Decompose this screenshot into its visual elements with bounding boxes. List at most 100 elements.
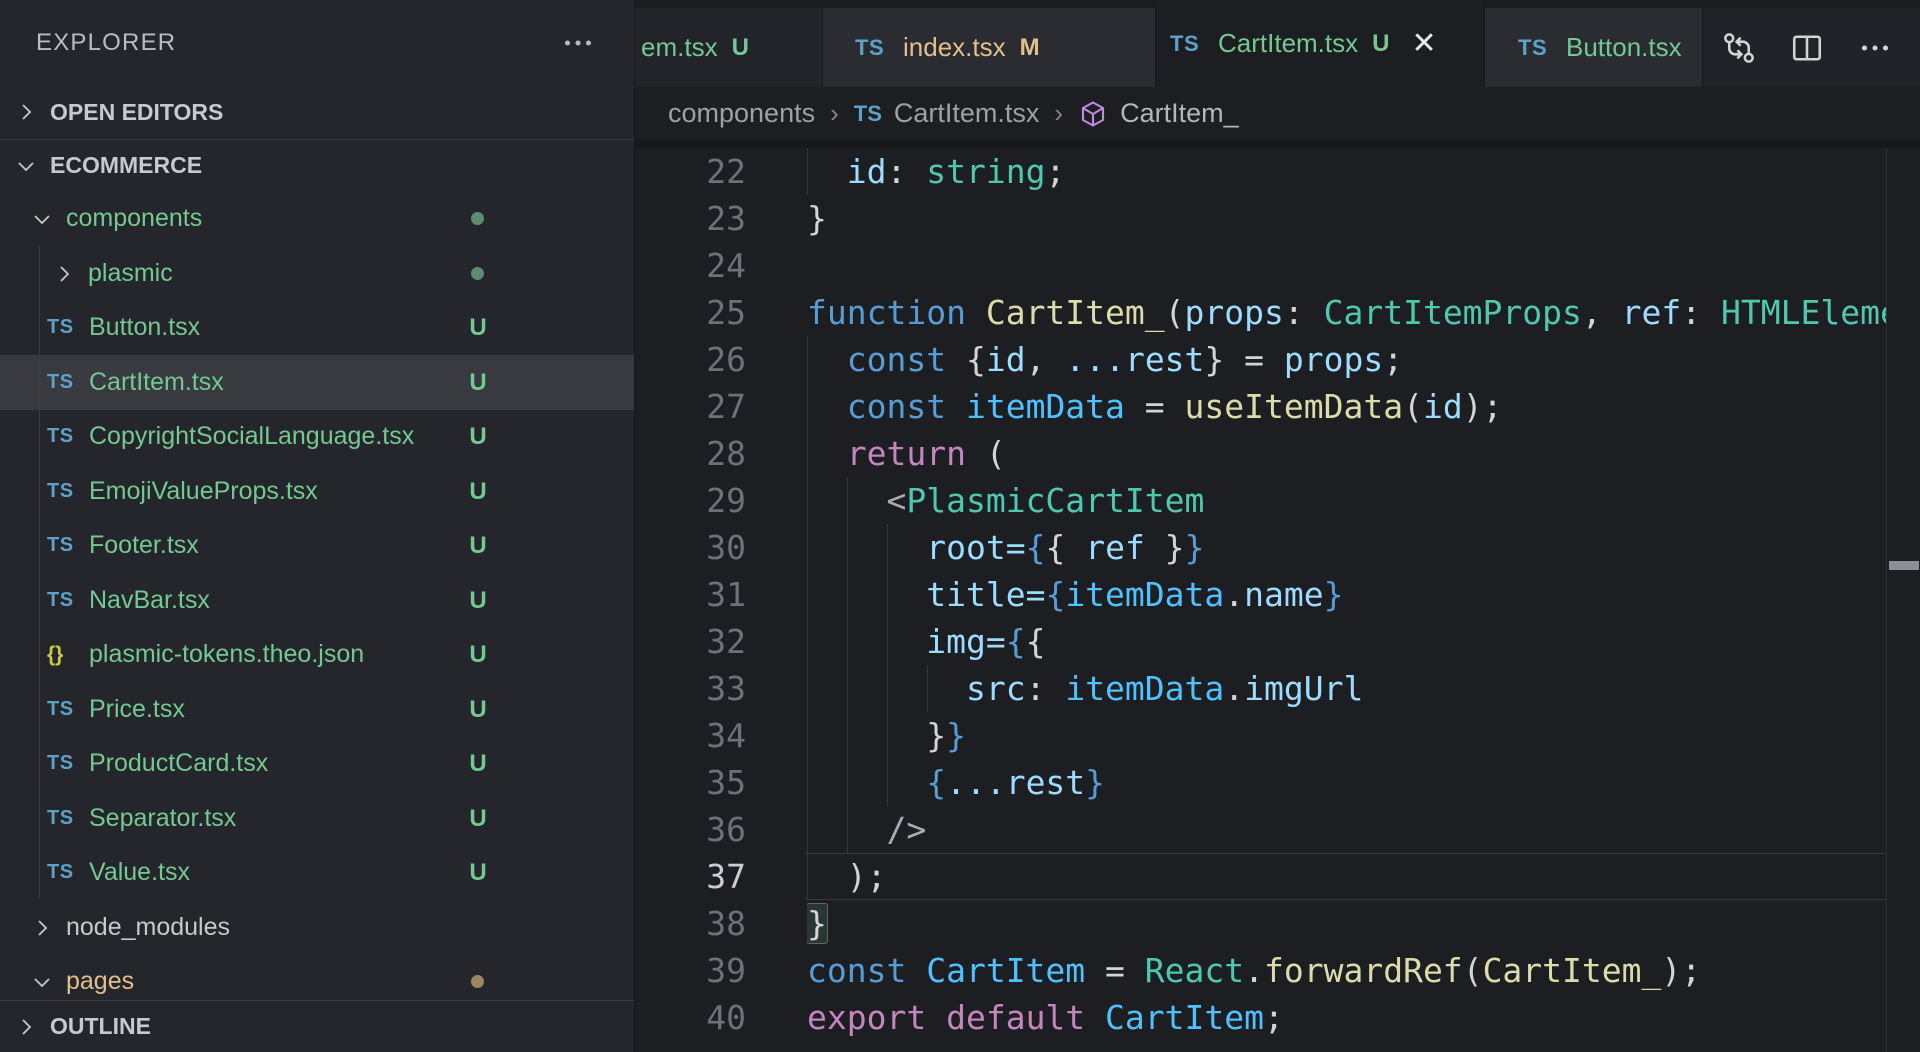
code-text: const CartItem = React.forwardRef(CartIt… bbox=[807, 947, 1886, 994]
breadcrumb-item-components[interactable]: components bbox=[668, 98, 815, 129]
code-text: /> bbox=[807, 806, 1886, 853]
file-CartItem.tsx[interactable]: TSCartItem.tsxU bbox=[0, 355, 634, 410]
file-EmojiValueProps.tsx[interactable]: TSEmojiValueProps.tsxU bbox=[0, 464, 634, 519]
folder-node_modules[interactable]: node_modules bbox=[0, 900, 634, 955]
code-line-34[interactable]: 34 }} bbox=[635, 712, 1920, 759]
code-line-26[interactable]: 26 const {id, ...rest} = props; bbox=[635, 336, 1920, 383]
file-ProductCard.tsx[interactable]: TSProductCard.tsxU bbox=[0, 736, 634, 791]
line-number: 39 bbox=[635, 947, 746, 994]
chevron-down-icon bbox=[30, 207, 54, 231]
code-line-35[interactable]: 35 {...rest} bbox=[635, 759, 1920, 806]
row-content: TSValue.tsx bbox=[0, 858, 190, 887]
git-status-badge: U bbox=[458, 696, 498, 724]
chevron-right-icon bbox=[14, 1015, 38, 1039]
line-number: 36 bbox=[635, 806, 746, 853]
code-line-31[interactable]: 31 title={itemData.name} bbox=[635, 571, 1920, 618]
file-Footer.tsx[interactable]: TSFooter.tsxU bbox=[0, 518, 634, 573]
item-label: ProductCard.tsx bbox=[89, 749, 268, 778]
more-actions-button[interactable] bbox=[1857, 30, 1893, 66]
tab-CartItem.tsx[interactable]: TSCartItem.tsxU✕ bbox=[1156, 0, 1485, 87]
code-line-32[interactable]: 32 img={{ bbox=[635, 618, 1920, 665]
split-editor-button[interactable] bbox=[1789, 30, 1825, 66]
code-line-37[interactable]: 37 ); bbox=[635, 853, 1920, 900]
code-line-23[interactable]: 23} bbox=[635, 195, 1920, 242]
code-line-40[interactable]: 40export default CartItem; bbox=[635, 994, 1920, 1041]
git-status-badge: U bbox=[458, 641, 498, 669]
file-Value.tsx[interactable]: TSValue.tsx U bbox=[0, 845, 634, 900]
code-text: }} bbox=[807, 712, 1886, 759]
open-editors-section-header[interactable]: OPEN EDITORS bbox=[0, 85, 634, 139]
code-line-28[interactable]: 28 return ( bbox=[635, 430, 1920, 477]
code-line-30[interactable]: 30 root={{ ref }} bbox=[635, 524, 1920, 571]
code-line-38[interactable]: 38} bbox=[635, 900, 1920, 947]
code-line-24[interactable]: 24 bbox=[635, 242, 1920, 289]
item-label: node_modules bbox=[66, 913, 230, 942]
code-editor[interactable]: 22 id: string;23}2425function CartItem_(… bbox=[635, 148, 1920, 1052]
row-content: {}plasmic-tokens.theo.json bbox=[0, 640, 364, 669]
item-label: CartItem.tsx bbox=[89, 368, 224, 397]
code-line-25[interactable]: 25function CartItem_(props: CartItemProp… bbox=[635, 289, 1920, 336]
breadcrumb-separator: › bbox=[1054, 98, 1063, 129]
code-text: function CartItem_(props: CartItemProps,… bbox=[807, 289, 1886, 336]
code-line-29[interactable]: 29 <PlasmicCartItem bbox=[635, 477, 1920, 524]
line-number: 34 bbox=[635, 712, 746, 759]
outline-section-header[interactable]: OUTLINE bbox=[0, 1000, 634, 1052]
open-editors-label: OPEN EDITORS bbox=[50, 99, 223, 126]
item-label: pages bbox=[66, 967, 134, 996]
breadcrumb-label: components bbox=[668, 98, 815, 129]
row-content: TSSeparator.tsx bbox=[0, 804, 236, 833]
line-number: 33 bbox=[635, 665, 746, 712]
code-line-22[interactable]: 22 id: string; bbox=[635, 148, 1920, 195]
code-line-33[interactable]: 33 src: itemData.imgUrl bbox=[635, 665, 1920, 712]
code-text: root={{ ref }} bbox=[807, 524, 1886, 571]
explorer-more-actions-button[interactable] bbox=[560, 25, 596, 61]
file-plasmic-tokens.theo.json[interactable]: {}plasmic-tokens.theo.json U bbox=[0, 627, 634, 682]
explorer-title: EXPLORER bbox=[36, 29, 176, 57]
open-changes-button[interactable] bbox=[1721, 30, 1757, 66]
git-status-badge: U bbox=[458, 750, 498, 778]
code-text: <PlasmicCartItem bbox=[807, 477, 1886, 524]
line-number: 27 bbox=[635, 383, 746, 430]
file-Button.tsx[interactable]: TSButton.tsxU bbox=[0, 300, 634, 355]
chevron-right-icon bbox=[14, 100, 38, 124]
line-number: 35 bbox=[635, 759, 746, 806]
file-Price.tsx[interactable]: TSPrice.tsxU bbox=[0, 682, 634, 737]
file-CopyrightSocialLanguage.tsx[interactable]: TSCopyrightSocialLanguage.tsxU bbox=[0, 409, 634, 464]
breadcrumb-shadow bbox=[635, 140, 1920, 148]
folder-components[interactable]: components bbox=[0, 191, 634, 246]
chevron-down-icon bbox=[14, 154, 38, 178]
line-number: 40 bbox=[635, 994, 746, 1041]
item-label: Button.tsx bbox=[89, 313, 200, 342]
item-label: CopyrightSocialLanguage.tsx bbox=[89, 422, 414, 451]
breadcrumb-item-CartItem_[interactable]: CartItem_ bbox=[1078, 98, 1239, 129]
file-Separator.tsx[interactable]: TSSeparator.tsxU bbox=[0, 791, 634, 846]
vscode-window: EXPLORER OPEN EDITORS ECOMMERCE componen… bbox=[0, 0, 1920, 1052]
item-label: plasmic bbox=[88, 259, 173, 288]
typescript-file-icon: TS bbox=[47, 534, 79, 557]
code-text: } bbox=[807, 195, 1886, 242]
editor-area: em.tsxUTSindex.tsxMTSCartItem.tsxU✕TSBut… bbox=[634, 0, 1920, 1052]
code-text: id: string; bbox=[807, 148, 1886, 195]
code-line-41[interactable]: 41 bbox=[635, 1041, 1920, 1052]
code-text: return ( bbox=[807, 430, 1886, 477]
chevron-right-icon bbox=[52, 262, 76, 286]
row-content: node_modules bbox=[0, 913, 230, 942]
line-number: 26 bbox=[635, 336, 746, 383]
code-text: img={{ bbox=[807, 618, 1886, 665]
workspace-section-header[interactable]: ECOMMERCE bbox=[0, 139, 634, 191]
line-number: 41 bbox=[635, 1041, 746, 1052]
tab-index.tsx[interactable]: TSindex.tsxM bbox=[823, 8, 1156, 87]
breadcrumb-separator: › bbox=[830, 98, 839, 129]
git-changes-dot-badge bbox=[471, 975, 484, 988]
code-line-39[interactable]: 39 const CartItem = React.forwardRef(Cart… bbox=[635, 947, 1920, 994]
breadcrumb-item-CartItem.tsx[interactable]: TSCartItem.tsx bbox=[854, 98, 1040, 129]
file-NavBar.tsx[interactable]: TSNavBar.tsxU bbox=[0, 573, 634, 628]
tab-em.tsx[interactable]: em.tsxU bbox=[635, 8, 823, 87]
folder-plasmic[interactable]: plasmic bbox=[0, 246, 634, 301]
code-line-36[interactable]: 36 /> bbox=[635, 806, 1920, 853]
chevron-right-icon bbox=[30, 916, 54, 940]
code-line-27[interactable]: 27 const itemData = useItemData(id); bbox=[635, 383, 1920, 430]
git-status-badge: U bbox=[458, 859, 498, 887]
close-icon[interactable]: ✕ bbox=[1411, 29, 1436, 59]
tab-Button.tsx[interactable]: TSButton.tsx bbox=[1485, 8, 1703, 87]
